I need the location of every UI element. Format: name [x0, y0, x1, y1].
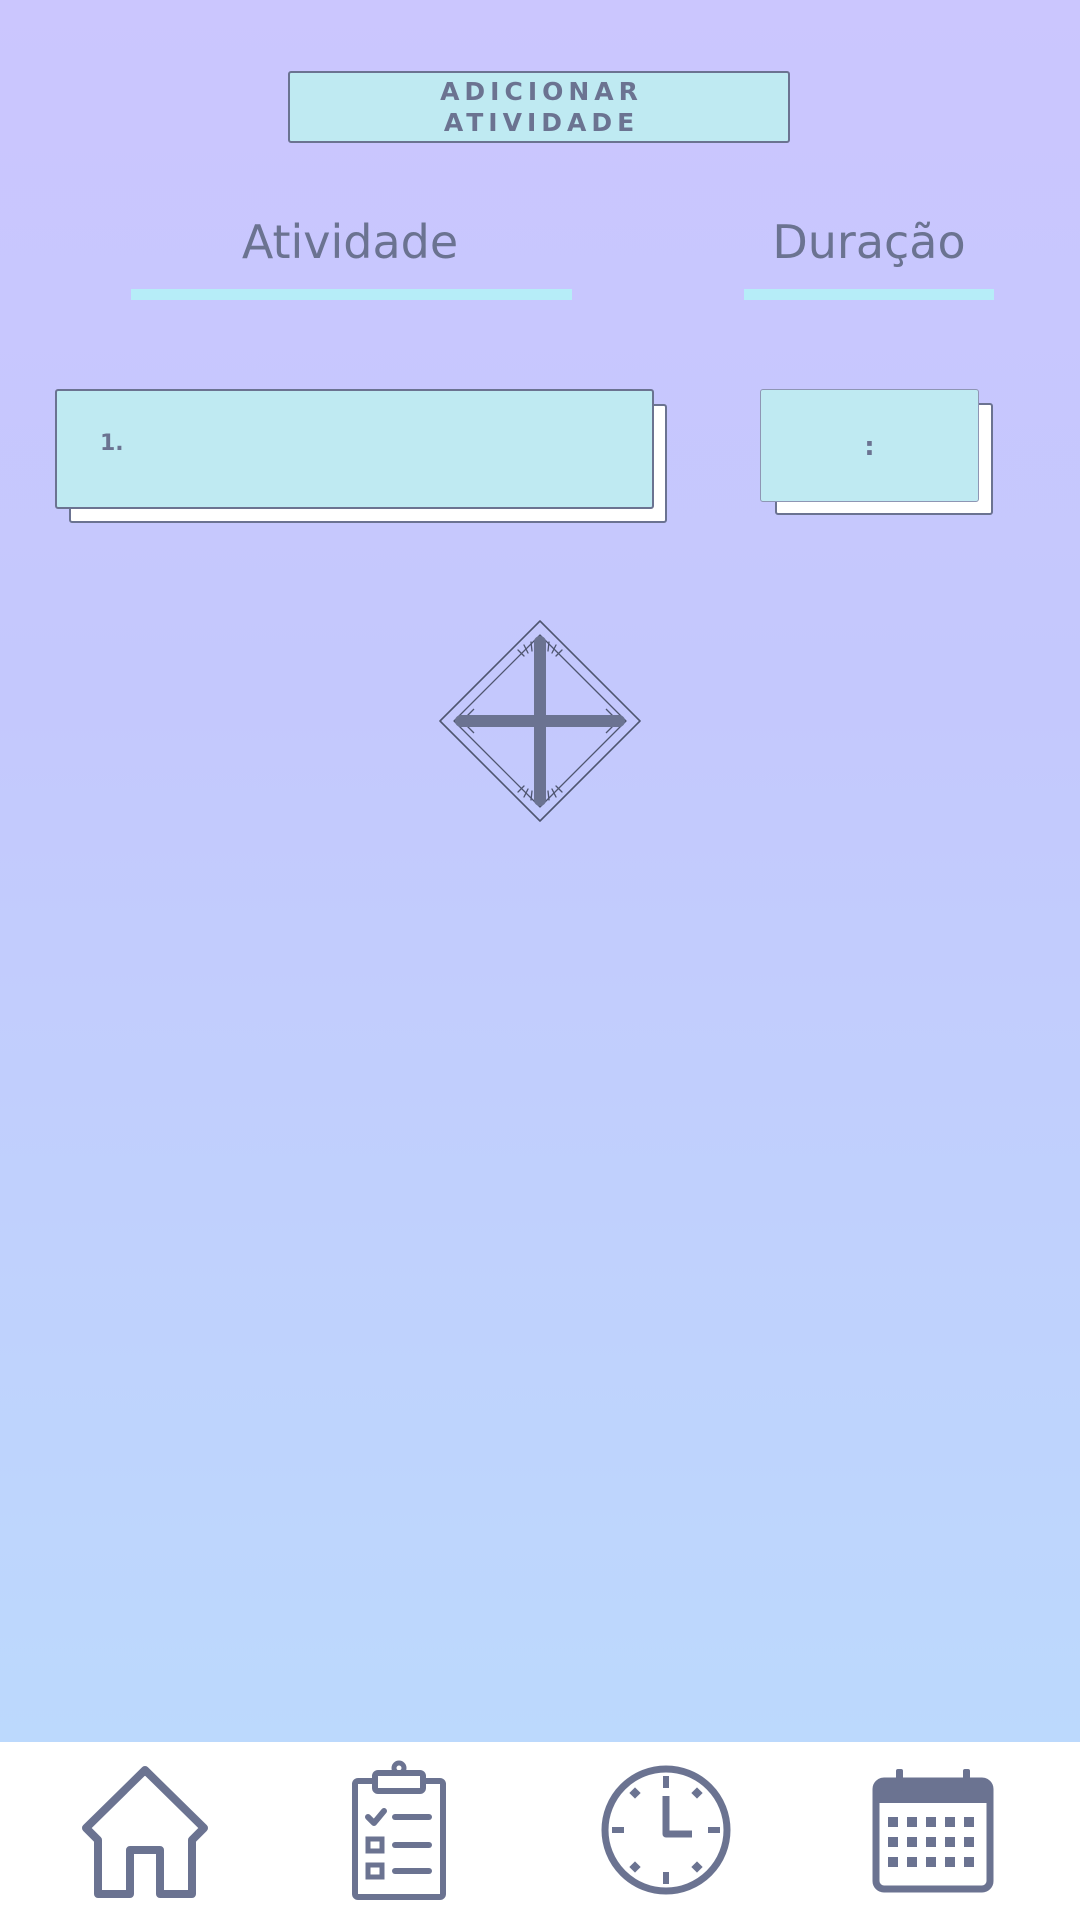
- activity-input-field[interactable]: 1.: [55, 389, 654, 509]
- activity-heading-underline: [131, 289, 572, 300]
- nav-calendar-button[interactable]: [872, 1767, 994, 1893]
- clipboard-checklist-icon: [352, 1760, 446, 1900]
- nav-home-button[interactable]: [78, 1764, 212, 1900]
- activity-row-number: 1.: [100, 431, 124, 456]
- duration-column-heading: Duração: [772, 215, 966, 269]
- duration-heading-underline: [744, 289, 994, 300]
- add-activity-label-line2: ATIVIDADE: [443, 108, 640, 137]
- nav-tasks-button[interactable]: [351, 1759, 447, 1901]
- clock-icon: [601, 1765, 731, 1895]
- home-icon: [82, 1766, 208, 1898]
- plus-icon: [439, 620, 641, 822]
- bottom-navigation-bar: [0, 1742, 1080, 1920]
- activity-column-heading: Atividade: [241, 215, 459, 269]
- calendar-icon: [872, 1769, 994, 1893]
- duration-input-field[interactable]: :: [760, 389, 979, 502]
- add-activity-label-line1: ADICIONAR: [440, 77, 643, 106]
- add-activity-button[interactable]: ADICIONAR ATIVIDADE: [288, 71, 790, 143]
- nav-clock-button[interactable]: [600, 1764, 732, 1896]
- duration-separator: :: [864, 432, 875, 462]
- add-row-button[interactable]: [436, 617, 644, 825]
